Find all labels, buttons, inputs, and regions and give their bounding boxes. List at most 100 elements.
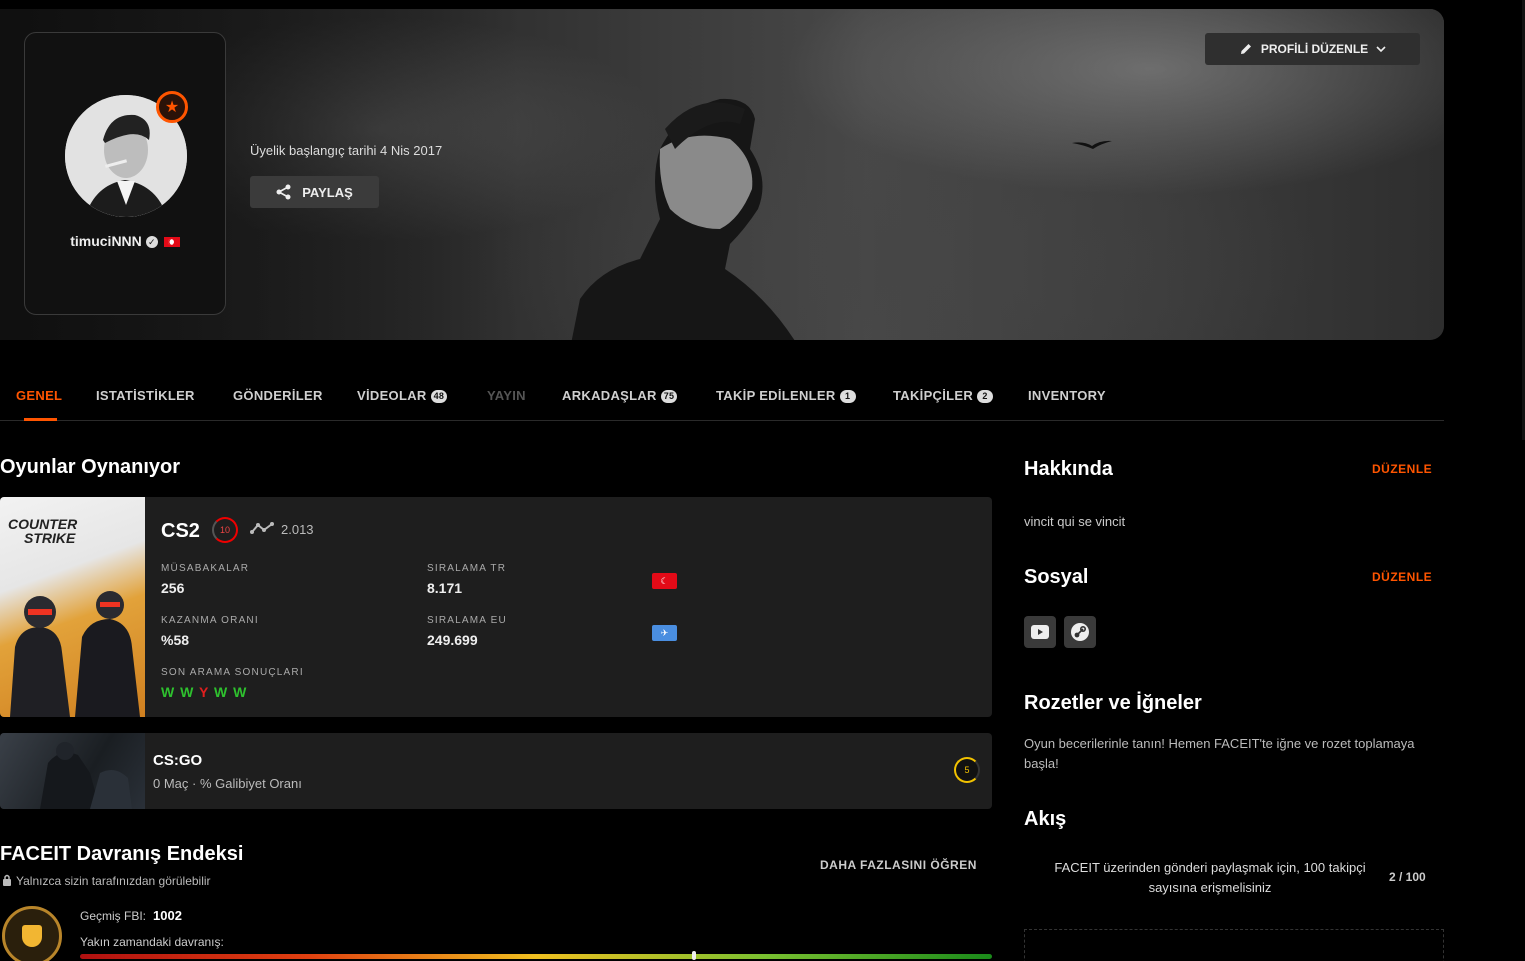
cs2-cover-text: COUNTER STRIKE — [8, 517, 77, 545]
tab-label: YAYIN — [487, 388, 526, 403]
lock-icon — [3, 874, 11, 886]
about-edit-button[interactable]: DÜZENLE — [1372, 462, 1432, 476]
csgo-cover-soldiers — [40, 742, 132, 809]
tab-label: INVENTORY — [1028, 388, 1106, 403]
fbi-private-text: Yalnızca sizin tarafınızdan görülebilir — [16, 874, 211, 888]
tab-label: VİDEOLAR — [357, 388, 427, 403]
recent-results: W W Y W W — [161, 684, 247, 700]
winrate-label: KAZANMA ORANI — [161, 615, 259, 626]
social-title: Sosyal — [1024, 566, 1089, 588]
tab-label: ISTATİSTİKLER — [96, 388, 195, 403]
about-title: Hakkında — [1024, 458, 1113, 480]
behavior-bar — [80, 954, 992, 959]
tab-genel[interactable]: GENEL — [16, 388, 62, 403]
active-tab-indicator — [24, 418, 57, 421]
behavior-marker — [691, 951, 696, 960]
turkey-flag-icon: ☾ — [652, 573, 677, 589]
tab-istatistikler[interactable]: ISTATİSTİKLER — [96, 388, 195, 403]
matches-label: MÜSABAKALAR — [161, 563, 250, 574]
social-edit-button[interactable]: DÜZENLE — [1372, 570, 1432, 584]
result-win: W — [180, 684, 195, 700]
cs2-title: CS2 — [161, 520, 200, 542]
cs2-cover-soldiers — [10, 591, 140, 717]
tab-label: TAKİP EDİLENLER — [716, 388, 836, 403]
pencil-icon — [1240, 44, 1251, 54]
tab-label: GÖNDERİLER — [233, 388, 323, 403]
share-label: PAYLAŞ — [302, 184, 353, 200]
csgo-subtitle: 0 Maç · % Galibiyet Oranı — [153, 776, 302, 791]
badges-text: Oyun becerilerinle tanın! Hemen FACEIT't… — [1024, 736, 1415, 771]
rank-eu-label: SIRALAMA EU — [427, 615, 507, 626]
tab-label: GENEL — [16, 388, 63, 403]
past-fbi-label: Geçmiş FBI: — [80, 909, 147, 923]
tab-yayin[interactable]: YAYIN — [487, 388, 526, 403]
profile-card: ★ timuciNNN ✓ — [24, 32, 226, 315]
result-loss: Y — [198, 684, 210, 700]
edit-profile-label: PROFİLİ DÜZENLE — [1260, 42, 1369, 56]
share-icon — [276, 184, 291, 200]
eu-region-icon: ✈ — [652, 625, 677, 641]
csgo-game-card[interactable] — [0, 733, 992, 809]
banner-portrait-image — [571, 98, 795, 340]
elo-trend-icon — [250, 522, 274, 534]
bird-icon — [1072, 140, 1112, 149]
recent-results-label: SON ARAMA SONUÇLARI — [161, 667, 304, 678]
feed-requirement-text: FACEIT üzerinden gönderi paylaşmak için,… — [1054, 860, 1366, 895]
feed-placeholder-box — [1024, 929, 1444, 961]
feed-title: Akış — [1024, 808, 1067, 830]
steam-icon — [1071, 623, 1089, 641]
result-win: W — [161, 684, 176, 700]
learn-more-link[interactable]: DAHA FAZLASINI ÖĞREN — [820, 858, 977, 872]
rank-eu-value: 249.699 — [427, 632, 478, 648]
username: timuciNNN ✓ — [25, 233, 225, 249]
tab-count-badge: 75 — [660, 390, 678, 403]
cs2-level-value: 10 — [219, 525, 230, 535]
tab-count-badge: 48 — [430, 390, 448, 403]
matches-value: 256 — [161, 580, 185, 596]
cs2-cover-text-line1: COUNTER — [8, 516, 78, 532]
tab-takip-edilenler[interactable]: TAKİP EDİLENLER 1 — [716, 388, 856, 403]
rank-tr-value: 8.171 — [427, 580, 463, 596]
tab-takipciler[interactable]: TAKİPÇİLER 2 — [893, 388, 994, 403]
chevron-down-icon — [1376, 46, 1386, 53]
result-win: W — [233, 684, 248, 700]
about-text: vincit qui se vincit — [1024, 514, 1126, 529]
tab-count-badge: 1 — [839, 390, 856, 403]
fbi-shield-icon — [2, 906, 62, 961]
cs2-cover-image: COUNTER STRIKE — [0, 497, 145, 717]
tab-videolar[interactable]: VİDEOLAR 48 — [357, 388, 448, 403]
result-win: W — [213, 684, 229, 700]
profile-tabs: GENEL ISTATİSTİKLER GÖNDERİLER VİDEOLAR 4… — [0, 378, 1444, 421]
username-text: timuciNNN — [70, 233, 142, 249]
rank-tr-label: SIRALAMA TR — [427, 563, 507, 574]
cs2-cover-text-line2: STRIKE — [24, 530, 76, 546]
cs2-game-card[interactable]: COUNTER STRIKE — [0, 497, 992, 717]
youtube-icon — [1031, 625, 1049, 639]
csgo-level-value: 5 — [964, 765, 970, 775]
share-button[interactable]: PAYLAŞ — [250, 176, 379, 208]
verified-icon: ✓ — [145, 236, 158, 249]
cs2-level-badge: 10 — [212, 517, 238, 543]
past-fbi-value: 1002 — [153, 908, 182, 923]
csgo-cover-image — [0, 733, 145, 809]
tab-label: ARKADAŞLAR — [562, 388, 657, 403]
fbi-title: FACEIT Davranış Endeksi — [0, 843, 244, 865]
csgo-title: CS:GO — [153, 752, 203, 769]
games-section-title: Oyunlar Oynanıyor — [0, 456, 181, 478]
tab-arkadaslar[interactable]: ARKADAŞLAR 75 — [562, 388, 678, 403]
tab-inventory[interactable]: INVENTORY — [1028, 388, 1106, 403]
youtube-link[interactable] — [1024, 616, 1056, 648]
recent-behavior-label: Yakın zamandaki davranış: — [80, 935, 224, 949]
winrate-value: %58 — [161, 632, 190, 648]
edit-profile-button[interactable]: PROFİLİ DÜZENLE — [1205, 33, 1420, 65]
badges-title: Rozetler ve İğneler — [1024, 692, 1202, 714]
feed-follower-progress: 2 / 100 — [1389, 870, 1426, 884]
fbi-private-note: Yalnızca sizin tarafınızdan görülebilir — [2, 874, 211, 888]
tab-count-badge: 2 — [977, 390, 994, 403]
tab-label: TAKİPÇİLER — [893, 388, 974, 403]
tab-gonderiler[interactable]: GÖNDERİLER — [233, 388, 323, 403]
turkey-flag-icon — [163, 237, 180, 248]
level-star-icon: ★ — [156, 91, 188, 123]
cs2-elo: 2.013 — [281, 522, 314, 537]
steam-link[interactable] — [1064, 616, 1096, 648]
